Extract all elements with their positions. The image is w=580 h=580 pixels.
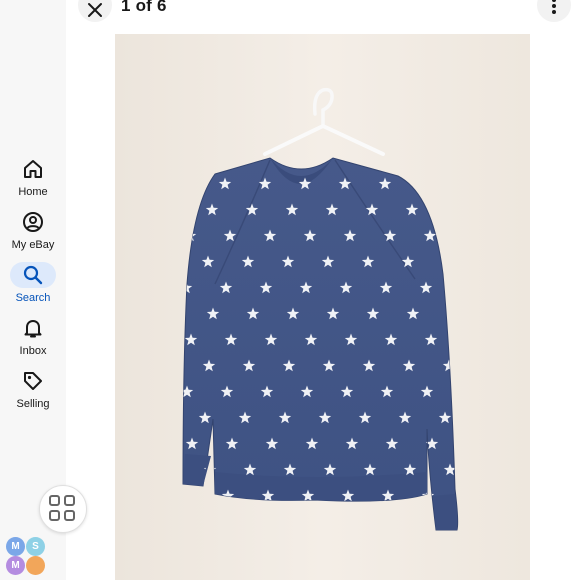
nav-label-selling: Selling bbox=[16, 398, 50, 410]
bell-icon bbox=[24, 320, 42, 338]
search-icon bbox=[23, 265, 43, 285]
active-indicator bbox=[10, 262, 56, 288]
nav-label-home: Home bbox=[18, 186, 48, 198]
sweatshirt-image bbox=[115, 34, 530, 580]
home-icon bbox=[24, 160, 42, 178]
nav-label-search: Search bbox=[15, 292, 51, 304]
tag-icon bbox=[24, 372, 42, 390]
avatar-letter: S bbox=[26, 537, 45, 556]
nav-item-search[interactable]: Search bbox=[0, 262, 66, 304]
nav-label-my-ebay: My eBay bbox=[11, 239, 55, 251]
avatar-letter: M bbox=[6, 556, 25, 575]
nav-item-selling[interactable]: Selling bbox=[0, 369, 66, 410]
image-counter: 1 of 6 bbox=[121, 0, 167, 15]
nav-item-home[interactable]: Home bbox=[0, 157, 66, 198]
close-button[interactable] bbox=[78, 0, 112, 22]
product-photo[interactable] bbox=[115, 34, 530, 580]
nav-label-inbox: Inbox bbox=[19, 345, 47, 357]
avatar-letter: M bbox=[6, 537, 25, 556]
close-icon bbox=[88, 3, 102, 17]
avatar[interactable]: M S M bbox=[4, 534, 48, 578]
avatar-accent bbox=[26, 556, 45, 575]
apps-grid-button[interactable] bbox=[39, 485, 87, 533]
nav-item-inbox[interactable]: Inbox bbox=[0, 316, 66, 357]
nav-item-my-ebay[interactable]: My eBay bbox=[0, 210, 66, 251]
more-options-button[interactable] bbox=[537, 0, 571, 22]
account-icon bbox=[23, 212, 43, 232]
